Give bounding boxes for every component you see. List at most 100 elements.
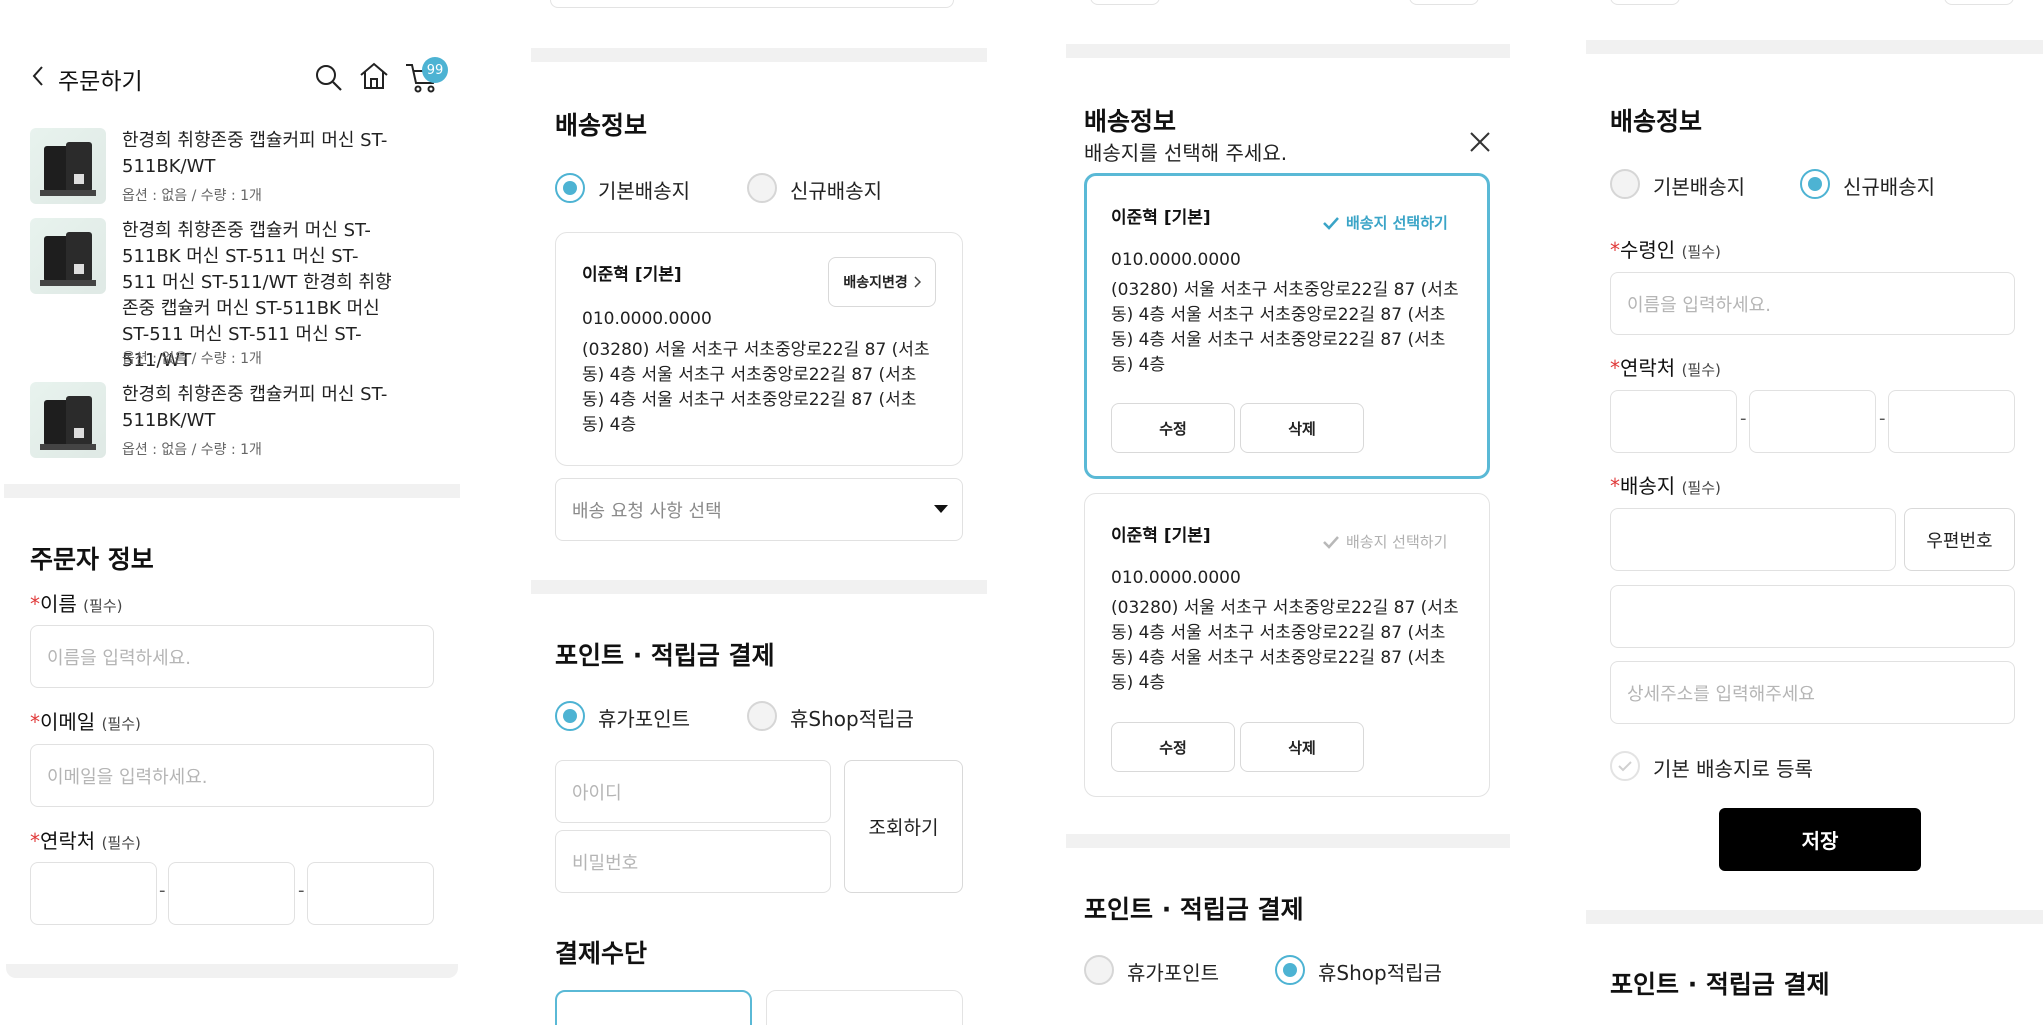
home-icon[interactable] [358, 60, 390, 92]
section-divider [1066, 834, 1510, 848]
radio-default-address[interactable] [1610, 169, 1640, 199]
address-phone: 010.0000.0000 [582, 309, 712, 329]
product-option: 옵션 : 없음 / 수량 : 1개 [122, 188, 262, 204]
product-name: 한경희 취향존중 캡슐커피 머신 ST-511BK/WT [122, 384, 388, 431]
payment-method-option[interactable] [766, 990, 963, 1025]
name-label: *이름 (필수) [30, 592, 123, 616]
payment-method-option[interactable] [555, 990, 752, 1025]
section-title-shipping: 배송정보 [1610, 107, 1703, 136]
edit-address-button[interactable]: 수정 [1111, 722, 1235, 772]
default-address-checkbox[interactable] [1610, 751, 1640, 781]
address-name: 이준혁 [기본] [1111, 526, 1211, 546]
radio-vacation-points[interactable] [1084, 955, 1114, 985]
phone-field-1[interactable] [1610, 390, 1737, 453]
check-icon [1323, 535, 1339, 549]
delete-address-button[interactable]: 삭제 [1240, 722, 1364, 772]
address-detail-input[interactable]: 상세주소를 입력해주세요 [1610, 661, 2015, 724]
edit-address-button[interactable]: 수정 [1111, 403, 1235, 453]
select-address-link[interactable]: 배송지 선택하기 [1322, 212, 1448, 233]
address-input[interactable] [1610, 585, 2015, 648]
radio-default-address-label[interactable]: 기본배송지 [1653, 171, 1745, 200]
radio-vacation-points-label[interactable]: 휴가포인트 [598, 703, 690, 732]
modal-subtitle: 배송지를 선택해 주세요. [1084, 141, 1288, 165]
lookup-button[interactable]: 조회하기 [844, 760, 963, 893]
delete-address-button[interactable]: 삭제 [1240, 403, 1364, 453]
address-text: (03280) 서울 서초구 서초중앙로22길 87 (서초동) 4층 서울 서… [582, 340, 930, 435]
change-address-button[interactable]: 배송지변경 [828, 257, 936, 307]
page-title: 주문하기 [58, 69, 143, 95]
section-divider [4, 484, 460, 498]
radio-default-address-label[interactable]: 기본배송지 [598, 175, 690, 204]
phone-dash: - [298, 880, 305, 901]
panel-order: 주문하기 99 한경희 취향존중 캡슐커피 머신 ST-511BK/WT 옵션 … [0, 0, 470, 1025]
phone-dash: - [1740, 408, 1747, 429]
close-icon[interactable] [1469, 131, 1491, 153]
radio-shop-credit[interactable] [747, 701, 777, 731]
phone-field-2[interactable] [168, 862, 295, 925]
phone-label: *연락처 (필수) [30, 829, 141, 853]
product-name: 한경희 취향존중 캡슐커피 머신 ST-511BK/WT [122, 130, 388, 177]
zipcode-input[interactable] [1610, 508, 1896, 571]
dropdown-arrow-icon [934, 505, 948, 513]
phone-field-1[interactable] [30, 862, 157, 925]
point-password-input[interactable]: 비밀번호 [555, 830, 831, 893]
product-image [30, 218, 106, 294]
check-icon [1323, 216, 1339, 230]
radio-new-address-label[interactable]: 신규배송지 [790, 175, 882, 204]
section-divider [531, 580, 987, 594]
radio-shop-credit[interactable] [1275, 955, 1305, 985]
select-address-link[interactable]: 배송지 선택하기 [1322, 531, 1447, 552]
cart-count-badge: 99 [422, 57, 448, 83]
recipient-label: *수령인 (필수) [1610, 238, 1721, 262]
section-divider [6, 964, 458, 978]
previous-field-edge [1944, 0, 2014, 5]
phone-field-2[interactable] [1749, 390, 1876, 453]
product-option: 옵션 : 없음 / 수량 : 1개 [122, 442, 262, 458]
phone-dash: - [1879, 408, 1886, 429]
email-label: *이메일 (필수) [30, 710, 141, 734]
address-text: (03280) 서울 서초구 서초중앙로22길 87 (서초동) 4층 서울 서… [1111, 598, 1459, 693]
radio-shop-credit-label[interactable]: 휴Shop적립금 [790, 703, 914, 732]
section-title-shipping: 배송정보 [555, 111, 648, 140]
phone-field-3[interactable] [1888, 390, 2015, 453]
zipcode-button[interactable]: 우편번호 [1904, 508, 2015, 571]
previous-field-edge [1090, 0, 1160, 5]
address-name: 이준혁 [기본] [582, 265, 682, 285]
save-button[interactable]: 저장 [1719, 808, 1921, 871]
section-divider [1586, 40, 2043, 54]
panel-shipping: 배송정보 기본배송지 신규배송지 이준혁 [기본] 배송지변경 010.0000… [520, 0, 990, 1025]
previous-field-edge [550, 0, 954, 8]
back-icon[interactable] [30, 64, 46, 88]
radio-shop-credit-label[interactable]: 휴Shop적립금 [1318, 957, 1442, 986]
radio-default-address[interactable] [555, 173, 585, 203]
phone-field-3[interactable] [307, 862, 434, 925]
panel-new-address: 배송정보 기본배송지 신규배송지 *수령인 (필수) 이름을 입력하세요. *연… [1586, 0, 2043, 1025]
section-title-orderer: 주문자 정보 [30, 545, 154, 574]
radio-vacation-points-label[interactable]: 휴가포인트 [1127, 957, 1219, 986]
recipient-input[interactable]: 이름을 입력하세요. [1610, 272, 2015, 335]
point-id-input[interactable]: 아이디 [555, 760, 831, 823]
email-input[interactable]: 이메일을 입력하세요. [30, 744, 434, 807]
section-title-points: 포인트 · 적립금 결제 [555, 641, 775, 670]
default-address-checkbox-label[interactable]: 기본 배송지로 등록 [1653, 753, 1813, 782]
name-input[interactable]: 이름을 입력하세요. [30, 625, 434, 688]
radio-new-address-label[interactable]: 신규배송지 [1843, 171, 1935, 200]
check-icon [1618, 761, 1632, 772]
radio-vacation-points[interactable] [555, 701, 585, 731]
phone-label: *연락처 (필수) [1610, 356, 1721, 380]
address-text: (03280) 서울 서초구 서초중앙로22길 87 (서초동) 4층 서울 서… [1111, 280, 1459, 375]
address-phone: 010.0000.0000 [1111, 568, 1241, 588]
radio-new-address[interactable] [1800, 169, 1830, 199]
address-label: *배송지 (필수) [1610, 474, 1721, 498]
search-icon[interactable] [314, 63, 344, 93]
delivery-request-select[interactable]: 배송 요청 사항 선택 [555, 478, 963, 541]
address-phone: 010.0000.0000 [1111, 250, 1241, 270]
radio-new-address[interactable] [747, 173, 777, 203]
previous-field-edge [1409, 0, 1479, 5]
product-option: 옵션 : 없음 / 수량 : 1개 [122, 351, 262, 367]
modal-title: 배송정보 [1084, 107, 1177, 136]
previous-field-edge [1610, 0, 1680, 5]
product-image [30, 128, 106, 204]
section-divider [1066, 44, 1510, 58]
product-image [30, 382, 106, 458]
